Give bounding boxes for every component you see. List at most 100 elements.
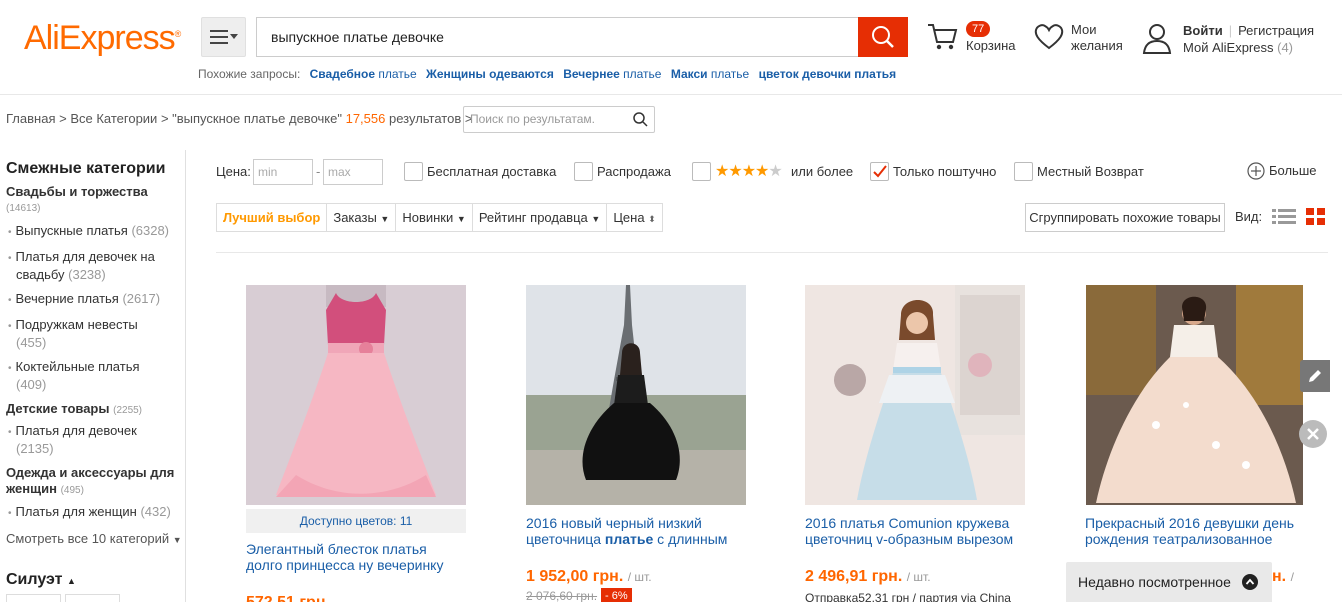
pencil-icon	[1309, 370, 1321, 382]
login-link[interactable]: Войти	[1183, 23, 1223, 38]
aliexpress-logo[interactable]: AliExpress®	[24, 18, 182, 58]
product-price: 1 952,00 грн. / шт.	[526, 568, 652, 585]
cart-label[interactable]: Корзина	[966, 38, 1016, 53]
sidebar-item-evening[interactable]: • Вечерние платья (2617)	[8, 291, 160, 309]
product-price: 2 496,91 грн. / шт.	[805, 568, 931, 585]
price-min-input[interactable]: min	[253, 159, 313, 185]
search-button[interactable]	[858, 17, 908, 57]
silhouette-heading[interactable]: Силуэт ▲	[6, 571, 76, 589]
star-icon: ★	[741, 163, 756, 180]
header-divider	[0, 94, 1342, 95]
sidebar-group-kids[interactable]: Детские товары (2255)	[6, 401, 142, 416]
plus-circle-icon[interactable]	[1247, 162, 1265, 180]
cart-icon[interactable]	[926, 20, 960, 54]
sort-best-match[interactable]: Лучший выбор	[217, 204, 328, 231]
wishlist-line2: желания	[1071, 38, 1123, 53]
sort-bar: Лучший выбор Заказы ▼ Новинки ▼ Рейтинг …	[216, 203, 663, 232]
star-icon: ★	[715, 163, 729, 180]
rating-stars: ★★★★★	[715, 161, 783, 181]
heart-icon[interactable]	[1034, 24, 1064, 50]
related-link-wedding[interactable]: Свадебное платье	[310, 67, 417, 81]
sidebar-item-wedding-girls[interactable]: • Платья для девочек на свадьбу (3238)	[8, 249, 155, 283]
close-button[interactable]	[1299, 420, 1327, 448]
caret-down-icon: ▼	[456, 214, 466, 224]
product-title[interactable]: Прекрасный 2016 девушки день рождения теа…	[1085, 515, 1305, 547]
product-image-pink-dress[interactable]	[246, 285, 466, 505]
close-icon	[1307, 428, 1319, 440]
product-image-black-dress[interactable]	[526, 285, 746, 505]
breadcrumb-home[interactable]: Главная	[6, 111, 55, 126]
old-price: 2 076,60 грн.	[526, 589, 598, 602]
wishlist-link[interactable]: Мои желания	[1071, 22, 1123, 54]
sidebar-item-cocktail[interactable]: • Коктейльные платья (409)	[8, 359, 140, 393]
breadcrumb-all[interactable]: Все Категории	[70, 111, 157, 126]
result-count: 17,556	[345, 111, 386, 126]
sidebar-item-bridesmaid[interactable]: • Подружкам невесты (455)	[8, 317, 138, 351]
silhouette-option[interactable]	[65, 594, 120, 602]
or-more-label[interactable]: или более	[791, 164, 853, 179]
local-return-label[interactable]: Местный Возврат	[1037, 164, 1144, 179]
related-link-flower-girl[interactable]: цветок девочки платья	[759, 67, 897, 81]
sort-orders[interactable]: Заказы ▼	[327, 204, 397, 231]
product-image-lace-dress[interactable]	[805, 285, 1025, 505]
search-input[interactable]: выпускное платье девочке	[256, 17, 858, 57]
related-label: Похожие запросы:	[198, 67, 301, 81]
product-title[interactable]: 2016 новый черный низкий цветочница плать…	[526, 515, 756, 547]
logo-text: AliExpress	[24, 19, 176, 57]
results-search-input[interactable]: Поиск по результатам.	[463, 106, 655, 133]
sort-price[interactable]: Цена ⬍	[607, 204, 661, 231]
related-link-maxi[interactable]: Макси платье	[671, 67, 749, 81]
local-return-checkbox[interactable]	[1014, 162, 1033, 181]
user-icon[interactable]	[1142, 22, 1172, 54]
sidebar-group-women[interactable]: Одежда и аксессуары для женщин (495)	[6, 465, 176, 499]
sidebar-group-wedding[interactable]: Свадьбы и торжества	[6, 184, 148, 199]
product-title[interactable]: Элегантный блесток платья долго принцесса…	[246, 541, 476, 573]
search-icon	[872, 26, 894, 48]
edit-button[interactable]	[1300, 360, 1330, 392]
rating-checkbox[interactable]	[692, 162, 711, 181]
star-icon: ★	[768, 163, 782, 180]
product-title[interactable]: 2016 платья Comunion кружева цветочниц v-…	[805, 515, 1035, 547]
recently-viewed-label: Недавно посмотренное	[1078, 574, 1231, 590]
grid-view-icon[interactable]	[1306, 208, 1326, 226]
results-label: результатов	[388, 111, 462, 126]
products-divider	[216, 252, 1328, 253]
silhouette-option[interactable]	[6, 594, 61, 602]
sale-checkbox[interactable]	[574, 162, 593, 181]
star-icon: ★	[755, 163, 769, 180]
register-link[interactable]: Регистрация	[1238, 23, 1314, 38]
recently-viewed-panel[interactable]: Недавно посмотренное	[1066, 562, 1272, 602]
single-only-checkbox[interactable]	[870, 162, 889, 181]
more-filters-link[interactable]: Больше	[1269, 163, 1317, 178]
category-menu-button[interactable]	[201, 17, 246, 57]
cart-count-badge: 77	[966, 21, 991, 37]
my-aliexpress-link[interactable]: Мой AliExpress	[1183, 40, 1274, 55]
related-link-evening[interactable]: Вечернее платье	[563, 67, 661, 81]
account-area: Войти | Регистрация Мой AliExpress (4)	[1183, 23, 1315, 55]
checkmark-icon	[873, 165, 887, 178]
list-view-icon[interactable]	[1272, 208, 1296, 226]
group-similar-button[interactable]: Сгруппировать похожие товары	[1025, 203, 1225, 232]
sidebar-item-women-dresses[interactable]: • Платья для женщин (432)	[8, 504, 171, 522]
breadcrumb: Главная > Все Категории > "выпускное пла…	[6, 111, 473, 126]
related-link-women[interactable]: Женщины одеваются	[426, 67, 554, 81]
see-all-categories-link[interactable]: Смотреть все 10 категорий ▼	[6, 531, 182, 548]
free-shipping-label[interactable]: Бесплатная доставка	[427, 164, 556, 179]
sidebar-group-count: (14613)	[6, 203, 41, 214]
product-image-ivory-dress[interactable]	[1086, 285, 1303, 505]
free-shipping-checkbox[interactable]	[404, 162, 423, 181]
available-colors: Доступно цветов: 11	[246, 509, 466, 533]
sort-seller-rating[interactable]: Рейтинг продавца ▼	[473, 204, 608, 231]
product-price: 572,51 грн.	[246, 594, 330, 602]
discount-badge: - 6%	[601, 588, 632, 602]
sidebar-item-prom[interactable]: • Выпускные платья (6328)	[8, 223, 169, 241]
sort-newest[interactable]: Новинки ▼	[396, 204, 473, 231]
single-only-label[interactable]: Только поштучно	[893, 164, 996, 179]
sale-label[interactable]: Распродажа	[597, 164, 671, 179]
price-max-input[interactable]: max	[323, 159, 383, 185]
sidebar-item-girls-dresses[interactable]: • Платья для девочек (2135)	[8, 423, 137, 457]
my-aliexpress-count: (4)	[1277, 40, 1294, 55]
caret-down-icon: ▼	[380, 214, 390, 224]
logo-mark: ®	[174, 29, 182, 39]
search-icon[interactable]	[633, 112, 648, 127]
